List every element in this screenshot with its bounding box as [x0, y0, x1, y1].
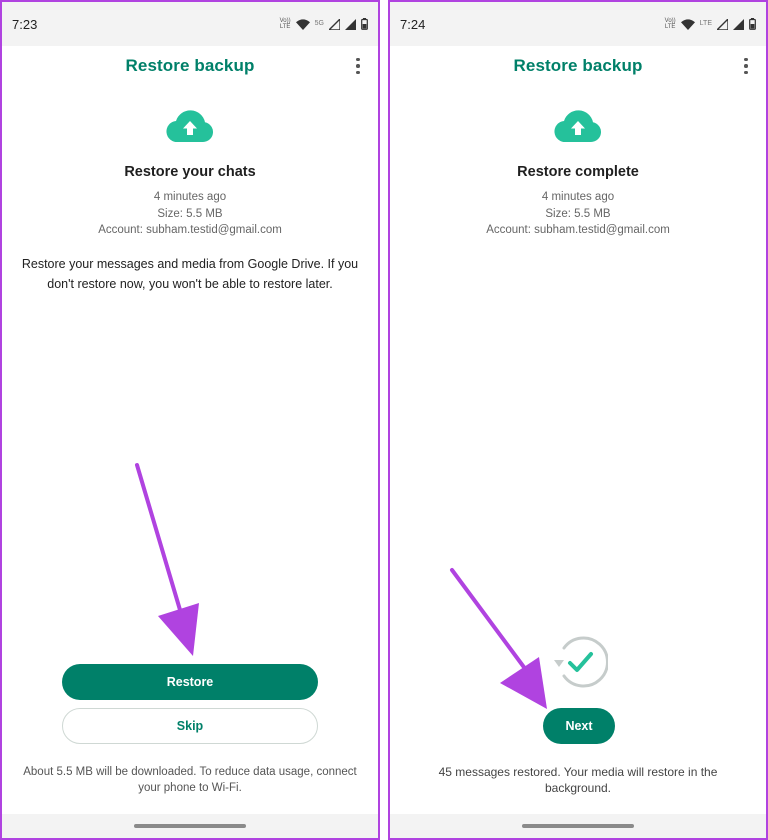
status-time: 7:23	[12, 16, 38, 32]
home-handle[interactable]	[522, 824, 634, 828]
restore-status-note: 45 messages restored. Your media will re…	[438, 765, 718, 795]
page-title: Restore backup	[513, 56, 643, 75]
next-button[interactable]: Next	[543, 708, 615, 744]
restore-description: Restore your messages and media from Goo…	[21, 257, 359, 291]
data-usage-note: About 5.5 MB will be downloaded. To redu…	[23, 766, 357, 794]
restore-button[interactable]: Restore	[62, 664, 318, 700]
page-title: Restore backup	[125, 56, 255, 75]
battery-icon	[749, 18, 756, 30]
network-type: LTE	[699, 20, 712, 27]
home-handle[interactable]	[134, 824, 246, 828]
app-bar: Restore backup	[390, 46, 766, 86]
cloud-upload-icon	[166, 110, 214, 143]
status-icons: Vo)) LTE LTE	[665, 18, 756, 30]
backup-size: Size: 5.5 MB	[157, 208, 223, 220]
signal-icon	[717, 18, 728, 30]
wifi-icon	[295, 18, 310, 30]
restore-complete-icon	[554, 636, 608, 688]
status-bar: 7:24 Vo)) LTE LTE	[390, 2, 766, 46]
backup-account: Account: subham.testid@gmail.com	[98, 224, 282, 236]
gesture-nav-bar	[390, 814, 766, 838]
more-vert-icon[interactable]	[740, 56, 752, 76]
status-time: 7:24	[400, 16, 426, 32]
phone-screen-restore: 7:23 Vo)) LTE 5G Restore backup Restore …	[0, 0, 380, 840]
status-icons: Vo)) LTE 5G	[280, 18, 368, 30]
wifi-icon	[680, 18, 695, 30]
volte-indicator: Vo)) LTE	[279, 18, 291, 30]
backup-size: Size: 5.5 MB	[545, 208, 611, 220]
signal-icon	[345, 18, 356, 30]
cloud-upload-icon	[554, 110, 602, 143]
volte-indicator: Vo)) LTE	[664, 18, 676, 30]
phone-screen-complete: 7:24 Vo)) LTE LTE Restore backup Restore…	[388, 0, 768, 840]
gesture-nav-bar	[2, 814, 378, 838]
network-type: 5G	[314, 20, 324, 27]
skip-button[interactable]: Skip	[62, 708, 318, 744]
backup-account: Account: subham.testid@gmail.com	[486, 224, 670, 236]
backup-age: 4 minutes ago	[153, 191, 227, 203]
restore-heading: Restore your chats	[124, 164, 256, 180]
app-bar: Restore backup	[2, 46, 378, 86]
signal-icon	[733, 18, 744, 30]
complete-heading: Restore complete	[517, 164, 639, 180]
backup-age: 4 minutes ago	[541, 191, 615, 203]
signal-icon	[329, 18, 340, 30]
more-vert-icon[interactable]	[352, 56, 364, 76]
battery-icon	[361, 18, 368, 30]
status-bar: 7:23 Vo)) LTE 5G	[2, 2, 378, 46]
